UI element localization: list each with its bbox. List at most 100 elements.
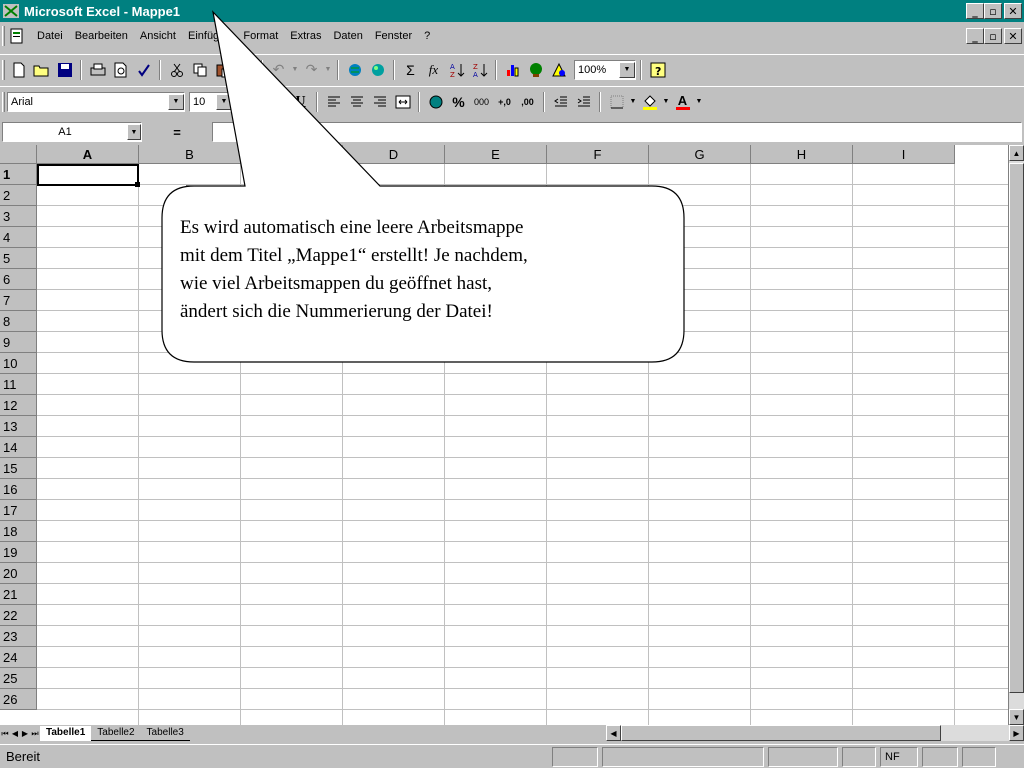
document-icon[interactable] [9,28,27,44]
menu-daten[interactable]: Daten [327,30,368,42]
column-header-e[interactable]: E [445,145,547,164]
menu-help[interactable]: ? [418,30,436,42]
align-center-icon[interactable] [345,91,368,113]
borders-icon[interactable] [605,91,628,113]
menu-grip[interactable] [2,26,5,46]
row-header-2[interactable]: 2 [0,185,37,206]
edit-formula-button[interactable]: = [142,125,212,140]
menu-fenster[interactable]: Fenster [369,30,418,42]
row-header-25[interactable]: 25 [0,668,37,689]
row-header-18[interactable]: 18 [0,521,37,542]
menu-ansicht[interactable]: Ansicht [134,30,182,42]
doc-minimize-icon[interactable]: _ [966,28,984,44]
row-header-5[interactable]: 5 [0,248,37,269]
fill-color-dropdown-icon[interactable]: ▼ [661,91,671,113]
font-name-dropdown-icon[interactable]: ▼ [168,93,184,110]
open-folder-icon[interactable] [30,59,53,81]
align-right-icon[interactable] [368,91,391,113]
excel-app-icon[interactable] [2,3,20,19]
sheet-tab-tabelle1[interactable]: Tabelle1 [40,726,92,741]
name-box-dropdown-icon[interactable]: ▼ [127,124,141,140]
row-header-22[interactable]: 22 [0,605,37,626]
scroll-left-icon[interactable]: ◀ [606,725,621,741]
vertical-scroll-thumb[interactable] [1009,163,1024,693]
print-preview-icon[interactable] [109,59,132,81]
sheet-tab-tabelle2[interactable]: Tabelle2 [91,726,141,741]
zoom-select[interactable]: 100% ▼ [574,59,636,80]
borders-dropdown-icon[interactable]: ▼ [628,91,638,113]
redo-icon[interactable]: ↷ [300,59,323,81]
cut-icon[interactable] [165,59,188,81]
row-header-13[interactable]: 13 [0,416,37,437]
menu-bearbeiten[interactable]: Bearbeiten [69,30,134,42]
print-icon[interactable] [86,59,109,81]
font-size-select[interactable]: 10 ▼ [189,91,233,112]
toolbar-grip[interactable] [2,59,5,80]
menu-extras[interactable]: Extras [284,30,327,42]
horizontal-scroll-thumb[interactable] [621,725,941,741]
column-header-f[interactable]: F [547,145,649,164]
next-sheet-icon[interactable]: ▶ [20,727,30,740]
row-header-9[interactable]: 9 [0,332,37,353]
function-wizard-icon[interactable]: fx [422,59,445,81]
drawing-icon[interactable] [547,59,570,81]
scroll-up-icon[interactable]: ▲ [1009,145,1024,161]
merge-center-icon[interactable] [391,91,414,113]
percent-button[interactable]: % [447,91,470,113]
row-header-10[interactable]: 10 [0,353,37,374]
decrease-decimal-button[interactable]: ,00 [516,91,539,113]
fill-handle[interactable] [135,182,140,187]
first-sheet-icon[interactable]: ⏮ [0,727,10,740]
sort-descending-icon[interactable]: ZA [468,59,491,81]
web-toolbar-icon[interactable] [366,59,389,81]
chart-wizard-icon[interactable] [501,59,524,81]
sheet-tab-tabelle3[interactable]: Tabelle3 [140,726,190,741]
autosum-icon[interactable]: Σ [399,59,422,81]
minimize-icon[interactable]: _ [966,3,984,19]
map-icon[interactable] [524,59,547,81]
spellcheck-icon[interactable] [132,59,155,81]
row-header-8[interactable]: 8 [0,311,37,332]
doc-restore-icon[interactable]: ▫ [984,28,1002,44]
redo-dropdown-icon[interactable]: ▼ [323,59,333,81]
row-header-26[interactable]: 26 [0,689,37,710]
bold-button[interactable]: F [243,91,266,113]
fill-color-icon[interactable] [638,91,661,113]
row-header-23[interactable]: 23 [0,626,37,647]
office-assistant-icon[interactable]: ? [646,59,669,81]
italic-button[interactable]: K [266,91,289,113]
undo-icon[interactable]: ↶ [267,59,290,81]
font-color-icon[interactable]: A [671,91,694,113]
column-header-d[interactable]: D [343,145,445,164]
increase-decimal-button[interactable]: +,0 [493,91,516,113]
row-header-3[interactable]: 3 [0,206,37,227]
last-sheet-icon[interactable]: ⏭ [30,727,40,740]
horizontal-scrollbar[interactable]: ◀ ▶ [606,725,1024,741]
row-header-19[interactable]: 19 [0,542,37,563]
column-header-i[interactable]: I [853,145,955,164]
restore-icon[interactable]: ▫ [984,3,1002,19]
font-size-dropdown-icon[interactable]: ▼ [216,93,232,110]
row-header-6[interactable]: 6 [0,269,37,290]
column-header-c[interactable]: C [241,145,343,164]
row-header-12[interactable]: 12 [0,395,37,416]
menu-format[interactable]: Format [237,30,284,42]
name-box[interactable]: A1 ▼ [2,122,142,142]
format-toolbar-grip[interactable] [2,91,5,112]
decrease-indent-icon[interactable] [549,91,572,113]
font-color-dropdown-icon[interactable]: ▼ [694,91,704,113]
row-header-4[interactable]: 4 [0,227,37,248]
align-left-icon[interactable] [322,91,345,113]
row-header-11[interactable]: 11 [0,374,37,395]
row-header-24[interactable]: 24 [0,647,37,668]
copy-icon[interactable] [188,59,211,81]
zoom-dropdown-icon[interactable]: ▼ [619,61,635,78]
row-header-15[interactable]: 15 [0,458,37,479]
row-header-21[interactable]: 21 [0,584,37,605]
menu-einfuegen[interactable]: Einfügen [182,30,237,42]
column-header-b[interactable]: B [139,145,241,164]
doc-close-icon[interactable]: ✕ [1004,28,1022,44]
column-header-h[interactable]: H [751,145,853,164]
column-header-a[interactable]: A [37,145,139,164]
row-header-16[interactable]: 16 [0,479,37,500]
